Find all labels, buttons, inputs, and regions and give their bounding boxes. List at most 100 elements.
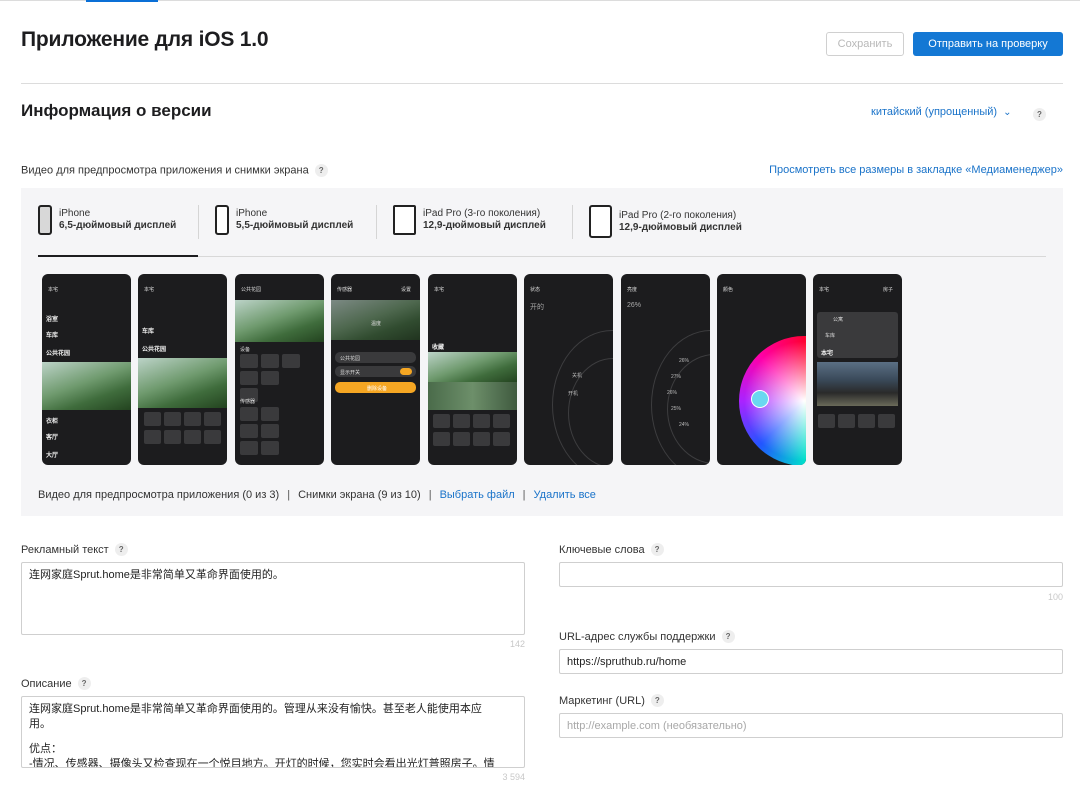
- screenshot-header: 传感器: [337, 287, 353, 293]
- language-select[interactable]: китайский (упрощенный) ⌄: [871, 106, 1011, 118]
- tab-separator: [376, 205, 377, 239]
- screenshot-thumbnail[interactable]: 状态 开的 关机 开机: [524, 274, 613, 465]
- section-label: 传感器: [240, 399, 256, 405]
- color-wheel-center: [739, 336, 806, 465]
- dial-tick: 25%: [671, 406, 682, 412]
- room-label: 车库: [46, 333, 59, 339]
- support-url-label-text: URL-адрес службы поддержки: [559, 630, 716, 643]
- screenshot-header: 本宅: [48, 287, 59, 293]
- support-url-value: https://spruthub.ru/home: [567, 656, 687, 668]
- preview-video-count: Видео для предпросмотра приложения (0 из…: [38, 489, 280, 501]
- tab-device-name: iPhone: [236, 208, 268, 219]
- marketing-url-help-icon[interactable]: ?: [650, 694, 664, 707]
- description-text-area[interactable]: 连网家庭Sprut.home是非常简单又革命界面使用的。管理从来没有愉快。甚至老…: [21, 696, 525, 768]
- footer-separator: |: [287, 489, 291, 501]
- device-tile: [261, 424, 279, 438]
- support-url-input[interactable]: https://spruthub.ru/home: [559, 649, 1063, 674]
- media-section-label: Видео для предпросмотра приложения и сни…: [21, 164, 328, 177]
- tab-separator: [198, 205, 199, 239]
- screenshot-thumbnail[interactable]: 本宅 浴室 车库 公共花园 衣柜 客厅 大厅: [42, 274, 131, 465]
- home-option: 公寓: [833, 317, 844, 323]
- device-tile: [858, 414, 875, 428]
- screenshot-thumbnail[interactable]: 亮度 26% 26% 27% 26% 25% 24%: [621, 274, 710, 465]
- tab-ipad-pro-3[interactable]: iPad Pro (3-го поколения) 12,9-дюймовый …: [393, 205, 546, 235]
- keywords-input[interactable]: [559, 562, 1063, 587]
- description-label: Описание?: [21, 677, 91, 690]
- tab-ipad-pro-2[interactable]: iPad Pro (2-го поколения) 12,9-дюймовый …: [589, 205, 742, 238]
- dial-tick: 26%: [667, 390, 678, 396]
- description-label-text: Описание: [21, 677, 72, 690]
- screenshot-header: 本宅: [144, 287, 155, 293]
- media-footer: Видео для предпросмотра приложения (0 из…: [38, 489, 596, 501]
- device-tile: [184, 412, 201, 426]
- submit-for-review-button[interactable]: Отправить на проверку: [913, 32, 1063, 56]
- view-all-sizes-link[interactable]: Просмотреть все размеры в закладке «Меди…: [769, 164, 1063, 176]
- tab-iphone-55[interactable]: iPhone 5,5-дюймовый дисплей: [215, 205, 353, 235]
- dial-tick: 26%: [679, 358, 690, 364]
- tab-device-size: 12,9-дюймовый дисплей: [619, 221, 742, 233]
- room-label: 公共花园: [46, 351, 71, 357]
- promo-help-icon[interactable]: ?: [114, 543, 128, 556]
- screenshot-thumbnail[interactable]: 本宅 车库 公共花园: [138, 274, 227, 465]
- color-picker-handle: [751, 390, 769, 408]
- keywords-char-counter: 100: [1047, 592, 1063, 602]
- camera-photo: [428, 352, 517, 382]
- screenshot-thumbnail[interactable]: 颜色: [717, 274, 806, 465]
- garden-photo: [138, 358, 227, 408]
- choose-file-link[interactable]: Выбрать файл: [440, 489, 515, 501]
- tab-device-name: iPad Pro (2-го поколения): [619, 209, 737, 221]
- marketing-url-input[interactable]: http://example.com (необязательно): [559, 713, 1063, 738]
- footer-separator: |: [428, 489, 432, 501]
- promo-label-text: Рекламный текст: [21, 543, 109, 556]
- marketing-url-placeholder: http://example.com (необязательно): [567, 720, 747, 732]
- screenshot-header: 颜色: [723, 287, 734, 293]
- media-help-icon[interactable]: ?: [314, 164, 328, 177]
- device-tile: [261, 371, 279, 385]
- device-tile: [164, 430, 181, 444]
- save-button[interactable]: Сохранить: [826, 32, 904, 56]
- dial-tick: 24%: [679, 422, 690, 428]
- device-tile: [433, 414, 450, 428]
- device-tile: [493, 414, 510, 428]
- top-divider: [0, 0, 1080, 1]
- name-value: 公共花园: [340, 356, 361, 362]
- screenshot-thumbnail[interactable]: 传感器 设置 温度 公共花园 显示开关 删除设备: [331, 274, 420, 465]
- screenshot-thumbnail[interactable]: 本宅 房子 公寓 车库 本宅: [813, 274, 902, 465]
- screenshot-thumbnail[interactable]: 本宅 收藏: [428, 274, 517, 465]
- section-label: 设备: [240, 347, 251, 353]
- promo-char-counter: 142: [509, 639, 525, 649]
- device-tile: [144, 430, 161, 444]
- page-title: Приложение для iOS 1.0: [21, 28, 269, 51]
- device-tile: [144, 412, 161, 426]
- device-tile: [240, 371, 258, 385]
- settings-label: 设置: [401, 287, 412, 293]
- language-select-value: китайский (упрощенный): [871, 106, 998, 118]
- room-label: 客厅: [46, 435, 59, 441]
- tab-iphone-65[interactable]: iPhone 6,5-дюймовый дисплей: [38, 205, 176, 235]
- device-tile: [204, 412, 221, 426]
- delete-all-link[interactable]: Удалить все: [534, 489, 596, 501]
- media-label-text: Видео для предпросмотра приложения и сни…: [21, 164, 309, 177]
- screenshot-header: 亮度: [627, 287, 638, 293]
- description-line: 用。: [29, 718, 51, 730]
- language-help-icon[interactable]: ?: [1033, 108, 1046, 121]
- promo-text-area[interactable]: 连网家庭Sprut.home是非常简单又革命界面使用的。: [21, 562, 525, 635]
- tab-device-name: iPhone: [59, 208, 91, 219]
- room-label: 浴室: [46, 317, 59, 323]
- keywords-help-icon[interactable]: ?: [650, 543, 664, 556]
- screenshot-thumbnail[interactable]: 公共花园 设备 传感器: [235, 274, 324, 465]
- description-char-counter: 3 594: [502, 772, 525, 782]
- device-tile: [453, 414, 470, 428]
- description-line: 优点：: [29, 743, 62, 755]
- marketing-url-label: Маркетинг (URL)?: [559, 694, 664, 707]
- description-help-icon[interactable]: ?: [77, 677, 91, 690]
- keywords-label: Ключевые слова?: [559, 543, 664, 556]
- device-tile: [164, 412, 181, 426]
- promo-text-value: 连网家庭Sprut.home是非常简单又革命界面使用的。: [29, 569, 284, 581]
- support-url-help-icon[interactable]: ?: [721, 630, 735, 643]
- room-label: 大厅: [46, 453, 59, 459]
- device-tile: [838, 414, 855, 428]
- device-tile: [184, 430, 201, 444]
- device-tile: [878, 414, 895, 428]
- header-divider: [21, 83, 1063, 84]
